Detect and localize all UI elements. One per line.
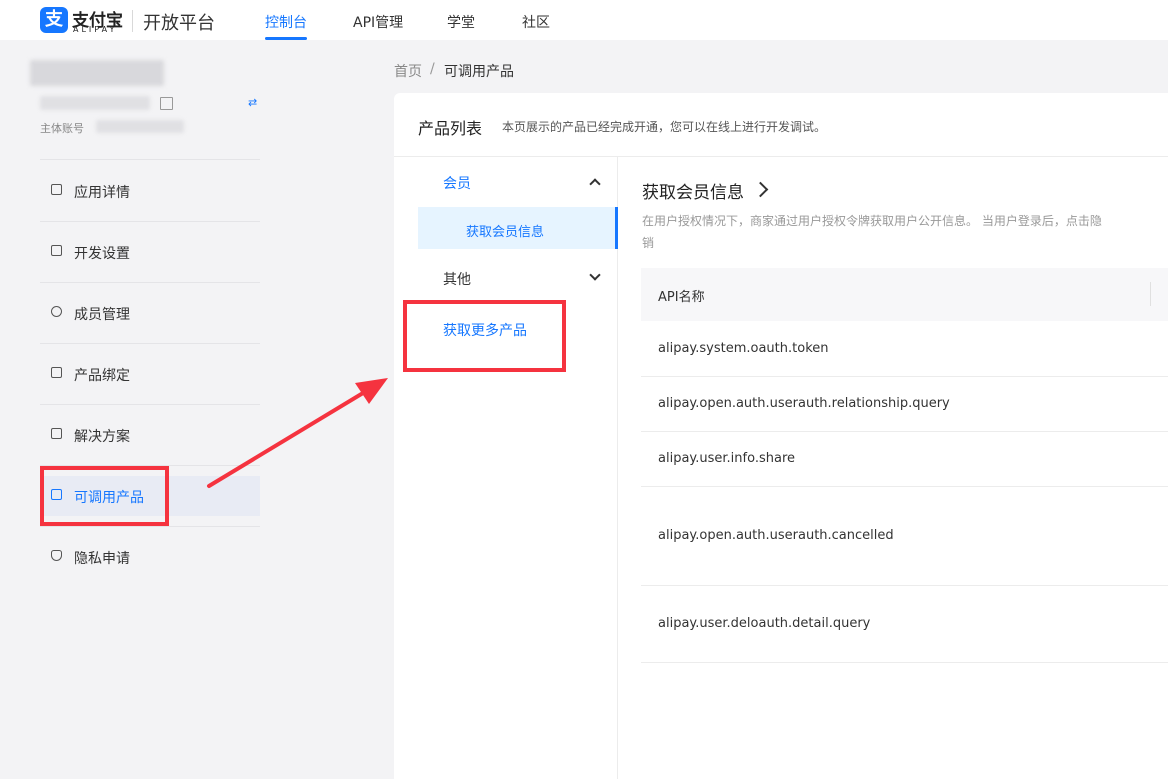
- annotation-arrow: [207, 378, 388, 488]
